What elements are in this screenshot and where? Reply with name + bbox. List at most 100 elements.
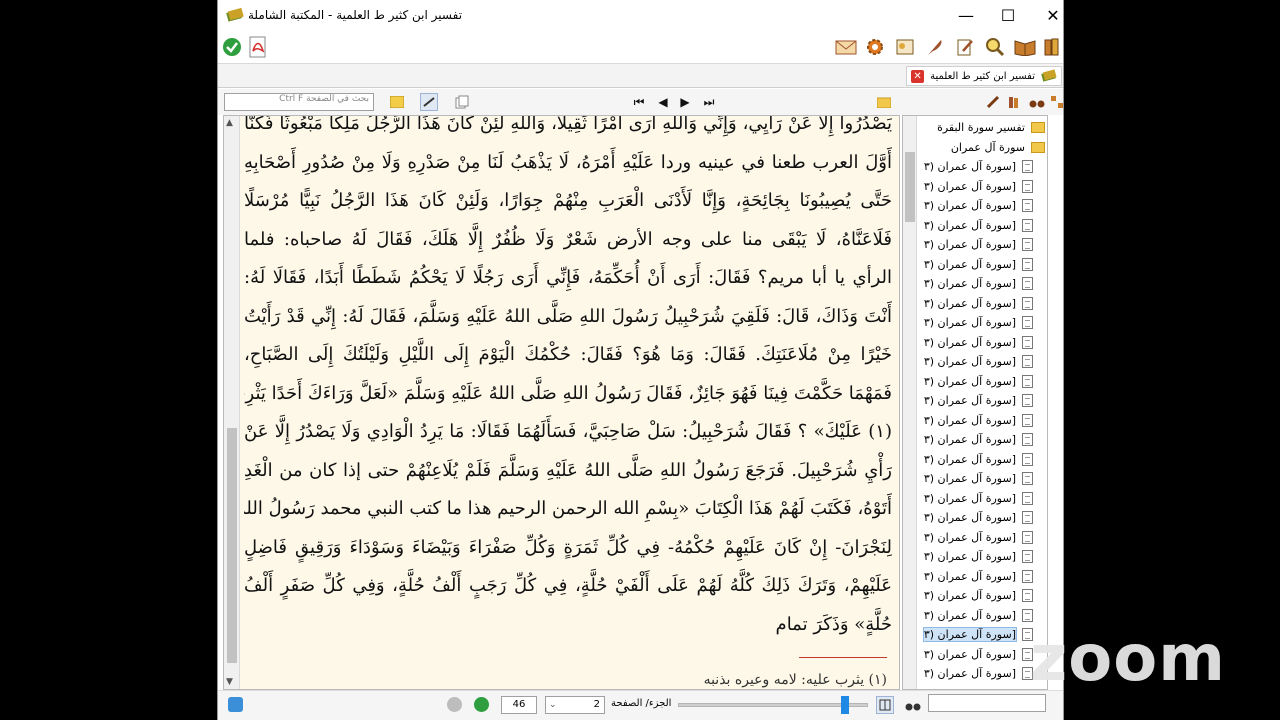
page-search-input[interactable]: بحث في الصفحة Ctrl F bbox=[224, 93, 374, 111]
letter-icon[interactable] bbox=[834, 35, 858, 59]
tree-page-node[interactable]: [سورة آل عمران (٣ bbox=[917, 372, 1047, 392]
first-page-icon[interactable]: ⏮ bbox=[630, 93, 648, 111]
tree-page-node[interactable]: [سورة آل عمران (٣ bbox=[917, 177, 1047, 197]
prev-page-icon[interactable]: ◀ bbox=[654, 93, 672, 111]
tree-page-node[interactable]: [سورة آل عمران (٣ bbox=[917, 450, 1047, 470]
page-icon bbox=[1022, 257, 1033, 271]
books-icon[interactable] bbox=[1041, 35, 1063, 59]
next-page-icon[interactable]: ▶ bbox=[676, 93, 694, 111]
tree-page-node[interactable]: [سورة آل عمران (٣ bbox=[917, 333, 1047, 353]
tree-page-node[interactable]: [سورة آل عمران (٣ bbox=[917, 664, 1047, 684]
copy-icon[interactable] bbox=[453, 93, 471, 111]
text-line: أَوَّلَ العرب طعنا في عينيه وردا عَلَيْه… bbox=[244, 151, 892, 173]
title-bar: تفسير ابن كثير ط العلمية - المكتبة الشام… bbox=[218, 0, 1063, 31]
zoom-watermark: zoom bbox=[1030, 622, 1226, 696]
tree-node-label: [سورة آل عمران (٣ bbox=[923, 316, 1016, 330]
pdf-icon[interactable] bbox=[246, 35, 270, 59]
maximize-button[interactable]: ☐ bbox=[985, 0, 1031, 31]
tree-page-node[interactable]: [سورة آل عمران (٣ bbox=[917, 157, 1047, 177]
binoculars-icon[interactable] bbox=[904, 696, 922, 714]
books-app-icon bbox=[226, 7, 244, 22]
tab-book[interactable]: ✕ تفسير ابن كثير ط العلمية bbox=[906, 66, 1062, 86]
check-circle-icon[interactable] bbox=[220, 35, 244, 59]
page-icon bbox=[1022, 452, 1033, 466]
tree-page-node[interactable]: [سورة آل عمران (٣ bbox=[917, 430, 1047, 450]
forward-icon[interactable] bbox=[474, 697, 489, 712]
main-toolbar bbox=[218, 31, 1063, 63]
tree-view-icon[interactable] bbox=[1048, 93, 1063, 111]
page-icon bbox=[1022, 530, 1033, 544]
close-button[interactable]: ✕ bbox=[1030, 0, 1063, 31]
tree-page-node[interactable]: [سورة آل عمران (٣ bbox=[917, 411, 1047, 431]
page-number-input[interactable]: 46 bbox=[501, 696, 537, 714]
library-icon[interactable] bbox=[1006, 93, 1024, 111]
tree-page-node[interactable]: [سورة آل عمران (٣ bbox=[917, 508, 1047, 528]
text-line: حَتَّى يُصِيبُونَا بِجَائِحَةٍ، وَإِنَّا… bbox=[244, 190, 892, 211]
highlight-icon[interactable] bbox=[420, 93, 438, 111]
tree-page-node[interactable]: [سورة آل عمران (٣ bbox=[917, 294, 1047, 314]
tree-node-label: تفسير سورة البقرة bbox=[937, 121, 1025, 135]
tree-page-node[interactable]: [سورة آل عمران (٣ bbox=[917, 567, 1047, 587]
tree-scroll-thumb[interactable] bbox=[905, 152, 915, 222]
tree-page-node[interactable]: [سورة آل عمران (٣ bbox=[917, 547, 1047, 567]
layout-icon[interactable] bbox=[876, 696, 894, 714]
page-icon bbox=[1022, 608, 1033, 622]
folder-icon[interactable] bbox=[875, 93, 893, 111]
tree-page-node[interactable]: [سورة آل عمران (٣ bbox=[917, 586, 1047, 606]
tree-page-node[interactable]: [سورة آل عمران (٣ bbox=[917, 274, 1047, 294]
quill-icon[interactable] bbox=[923, 35, 947, 59]
tree-scrollbar[interactable] bbox=[903, 116, 917, 689]
settings-icon[interactable] bbox=[893, 35, 917, 59]
tree-page-node[interactable]: [سورة آل عمران (٣ bbox=[917, 528, 1047, 548]
tree-node-label: [سورة آل عمران (٣ bbox=[922, 627, 1018, 643]
scroll-down-icon[interactable]: ▼ bbox=[226, 677, 233, 687]
tree-page-node[interactable]: [سورة آل عمران (٣ bbox=[917, 606, 1047, 626]
minimize-button[interactable]: — bbox=[943, 0, 989, 31]
tree-page-node[interactable]: [سورة آل عمران (٣ bbox=[917, 469, 1047, 489]
tree-rows: ›تفسير سورة البقرة⌄سورة آل عمران [سورة آل… bbox=[917, 118, 1047, 684]
open-book-icon[interactable] bbox=[1013, 35, 1037, 59]
tree-node-label: [سورة آل عمران (٣ bbox=[923, 608, 1016, 622]
tree-search-input[interactable] bbox=[928, 694, 1046, 712]
tree-node-label: [سورة آل عمران (٣ bbox=[923, 257, 1016, 271]
search-icon[interactable] bbox=[983, 35, 1007, 59]
page-icon bbox=[1022, 511, 1033, 525]
contents-tree[interactable]: ›تفسير سورة البقرة⌄سورة آل عمران [سورة آل… bbox=[902, 115, 1048, 690]
tree-page-node[interactable]: [سورة آل عمران (٣ bbox=[917, 196, 1047, 216]
chat-icon[interactable] bbox=[228, 697, 243, 712]
binoculars-icon[interactable] bbox=[1028, 93, 1046, 111]
zoom-slider[interactable] bbox=[678, 696, 868, 714]
reading-scrollbar[interactable]: ▲ ▼ bbox=[224, 116, 240, 689]
tree-page-node[interactable]: [سورة آل عمران (٣ bbox=[917, 313, 1047, 333]
gear-icon[interactable] bbox=[863, 35, 887, 59]
part-select[interactable]: ⌄ 2 bbox=[545, 696, 605, 714]
tree-node-label: [سورة آل عمران (٣ bbox=[923, 433, 1016, 447]
tree-page-node[interactable]: [سورة آل عمران (٣ bbox=[917, 352, 1047, 372]
tree-node-label: [سورة آل عمران (٣ bbox=[923, 472, 1016, 486]
back-icon[interactable] bbox=[447, 697, 462, 712]
scroll-up-icon[interactable]: ▲ bbox=[226, 118, 233, 128]
tree-page-node[interactable]: [سورة آل عمران (٣ bbox=[917, 235, 1047, 255]
zoom-slider-thumb[interactable] bbox=[841, 696, 849, 714]
edit-icon[interactable] bbox=[953, 35, 977, 59]
tree-page-node[interactable]: [سورة آل عمران (٣ bbox=[917, 645, 1047, 665]
page-icon bbox=[1022, 433, 1033, 447]
tree-page-node[interactable]: [سورة آل عمران (٣ bbox=[917, 255, 1047, 275]
reading-pane[interactable]: ▲ ▼ يَصْدُرُوا إِلَّا عَنْ رَأْيِي، وَإِ… bbox=[223, 115, 900, 690]
book-icon bbox=[1041, 69, 1057, 82]
tree-page-node[interactable]: [سورة آل عمران (٣ bbox=[917, 391, 1047, 411]
tree-page-node[interactable]: [سورة آل عمران (٣ bbox=[917, 625, 1047, 645]
tree-node-label: [سورة آل عمران (٣ bbox=[923, 335, 1016, 349]
tree-node-label: [سورة آل عمران (٣ bbox=[923, 550, 1016, 564]
pen-icon[interactable] bbox=[984, 93, 1002, 111]
tree-page-node[interactable]: [سورة آل عمران (٣ bbox=[917, 489, 1047, 509]
last-page-icon[interactable]: ⏭ bbox=[700, 93, 718, 111]
tree-page-node[interactable]: [سورة آل عمران (٣ bbox=[917, 216, 1047, 236]
note-icon[interactable] bbox=[388, 93, 406, 111]
scroll-thumb[interactable] bbox=[227, 428, 237, 663]
tab-close-icon[interactable]: ✕ bbox=[911, 69, 925, 83]
tree-folder-node[interactable]: ›تفسير سورة البقرة bbox=[917, 118, 1047, 138]
tree-folder-node[interactable]: ⌄سورة آل عمران bbox=[917, 138, 1047, 158]
text-line: فَلَاعَنَّاهُ، لَا يَبْقَى منا على وجه ا… bbox=[244, 228, 892, 250]
page-icon bbox=[1022, 238, 1033, 252]
